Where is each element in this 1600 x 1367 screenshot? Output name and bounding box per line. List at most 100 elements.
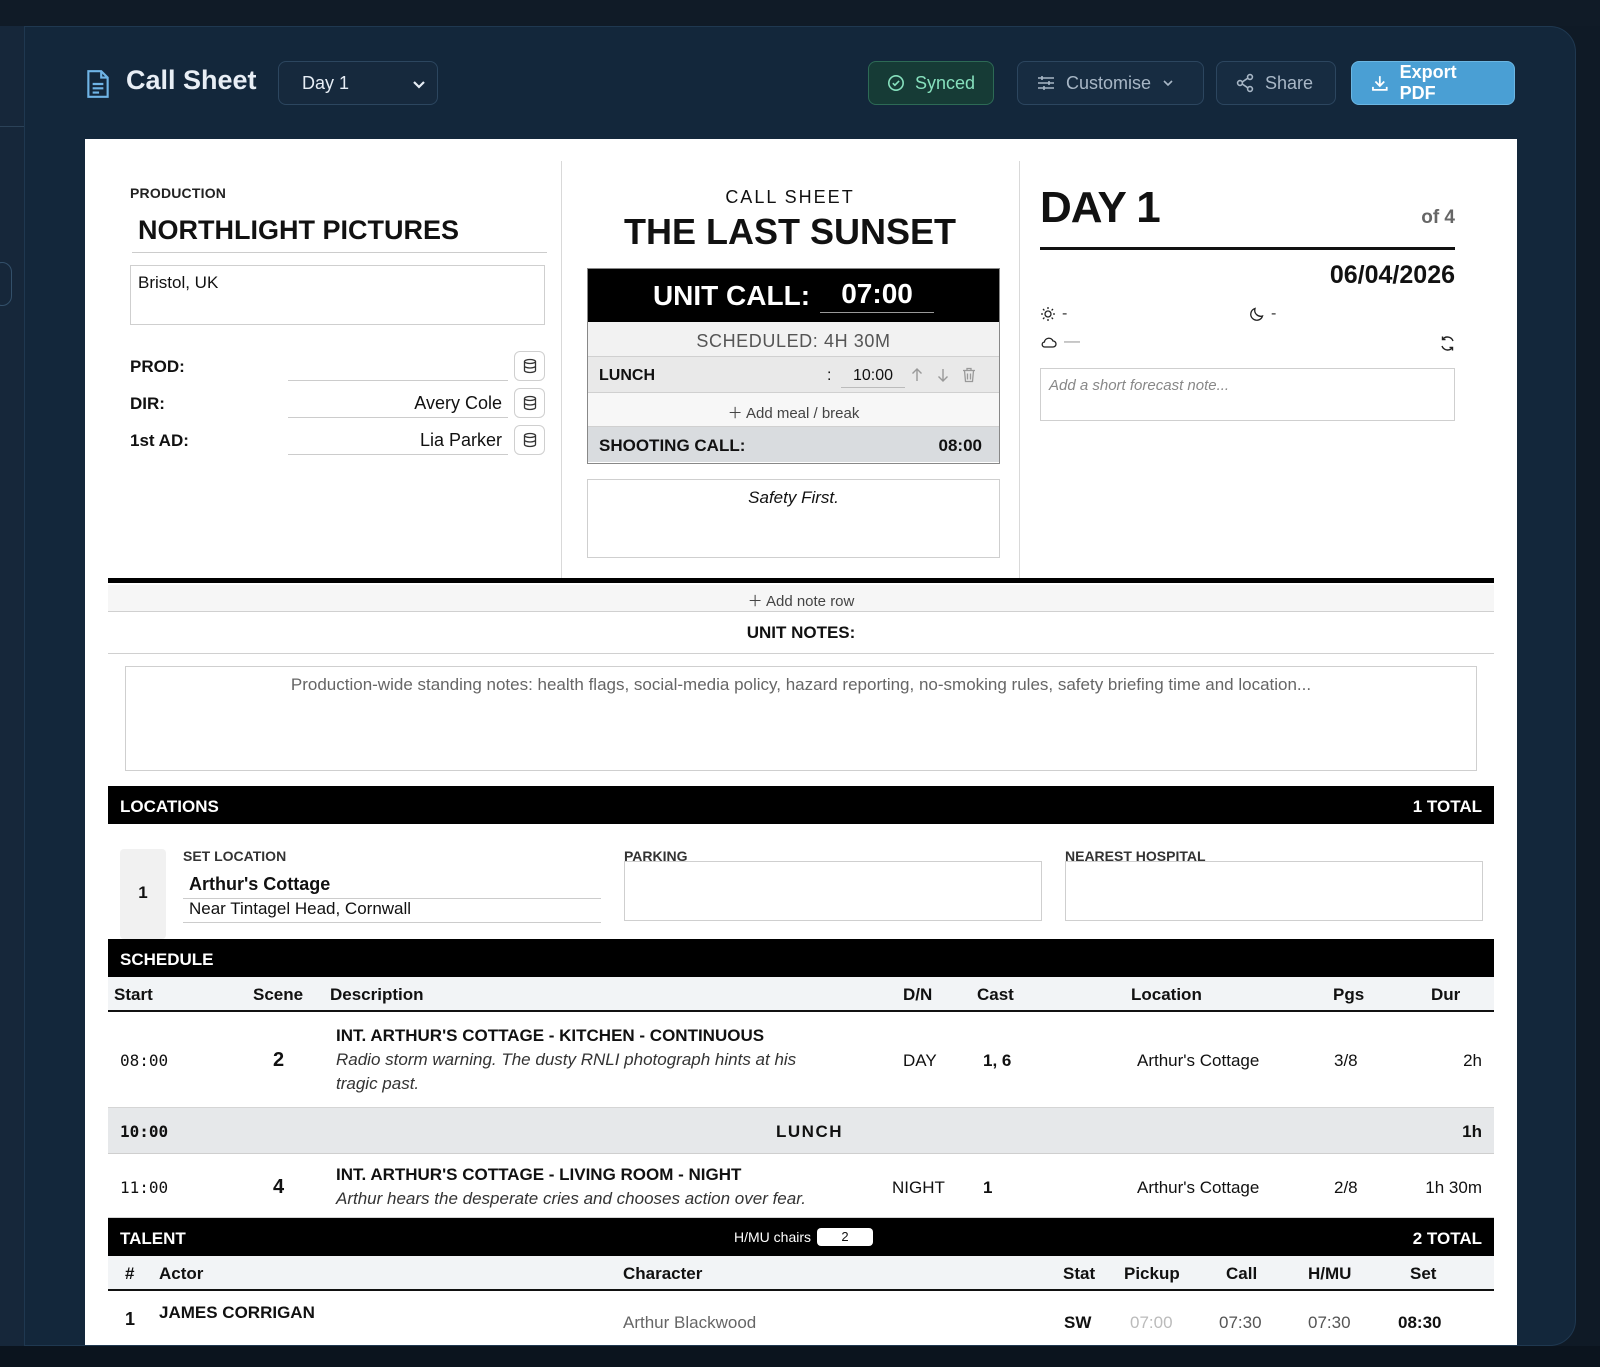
bottom-strip: [0, 1346, 1600, 1367]
schedule-break-row[interactable]: 10:00 LUNCH 1h: [108, 1108, 1494, 1154]
talent-column-headers: # Actor Character Stat Pickup Call H/MU …: [108, 1256, 1494, 1291]
col-scene: Scene: [253, 985, 304, 1004]
production-address-field[interactable]: Bristol, UK: [130, 265, 545, 325]
production-label: PRODUCTION: [130, 185, 227, 201]
col-pages: Pgs: [1333, 985, 1365, 1004]
meal-time-field[interactable]: 10:00: [841, 364, 905, 388]
weather-value: —: [1064, 333, 1080, 350]
col-day-night: D/N: [903, 985, 933, 1004]
arrow-down-icon[interactable]: [936, 367, 950, 383]
row-heading: INT. ARTHUR'S COTTAGE - KITCHEN - CONTIN…: [336, 1026, 765, 1045]
break-label: LUNCH: [776, 1122, 843, 1141]
sunset-value: -: [1271, 305, 1277, 322]
talent-call: 07:30: [1219, 1313, 1262, 1332]
col-character: Character: [623, 1264, 703, 1283]
database-button[interactable]: [514, 351, 545, 381]
unit-call-label: UNIT CALL:: [652, 279, 811, 311]
location-number: 1: [120, 849, 166, 939]
production-company-field[interactable]: NORTHLIGHT PICTURES: [132, 215, 547, 253]
customise-button[interactable]: Customise: [1017, 61, 1204, 105]
location-name-field[interactable]: Arthur's Cottage: [183, 872, 601, 899]
shoot-date[interactable]: 06/04/2026: [1235, 261, 1455, 290]
col-set: Set: [1410, 1264, 1437, 1283]
schedule-row[interactable]: 08:00 2 INT. ARTHUR'S COTTAGE - KITCHEN …: [108, 1014, 1494, 1108]
unit-call-box: UNIT CALL: 07:00 SCHEDULED: 4H 30M LUNCH…: [587, 268, 1000, 464]
schedule-column-headers: Start Scene Description D/N Cast Locatio…: [108, 977, 1494, 1012]
call-sheet-document: PRODUCTION NORTHLIGHT PICTURES Bristol, …: [85, 139, 1517, 1345]
nearest-hospital-field[interactable]: [1065, 861, 1483, 921]
col-status: Stat: [1063, 1264, 1096, 1283]
toolbar: Call Sheet Day 1 Synced Customise Share …: [25, 27, 1575, 137]
sunrise-value: -: [1062, 305, 1068, 322]
export-pdf-button[interactable]: Export PDF: [1351, 61, 1515, 105]
talent-total: 2 TOTAL: [1412, 1229, 1482, 1248]
row-description: Radio storm warning. The dusty RNLI phot…: [336, 1050, 797, 1069]
call-sheet-label: CALL SHEET: [725, 187, 855, 207]
top-strip: [0, 0, 1600, 26]
document-icon: [87, 70, 109, 98]
meal-name[interactable]: LUNCH: [599, 367, 655, 385]
unit-notes-label: UNIT NOTES:: [108, 612, 1494, 654]
day-select-value: Day 1: [302, 73, 350, 93]
crew-value-field[interactable]: Lia Parker: [288, 425, 508, 455]
database-button[interactable]: [514, 425, 545, 455]
meal-colon: :: [827, 367, 832, 384]
plus-icon: ＋: [747, 593, 766, 610]
crew-row-dir: DIR: Avery Cole: [130, 388, 545, 420]
row-cast: 1: [983, 1178, 993, 1197]
shooting-call-time[interactable]: 08:00: [939, 436, 982, 456]
database-icon: [523, 432, 536, 448]
database-button[interactable]: [514, 388, 545, 418]
crew-label: DIR:: [130, 394, 165, 413]
talent-pickup: 07:00: [1130, 1313, 1173, 1332]
trash-icon[interactable]: [962, 367, 976, 383]
location-address-field[interactable]: Near Tintagel Head, Cornwall: [183, 897, 601, 923]
set-location-label: SET LOCATION: [183, 848, 287, 864]
row-location: Arthur's Cottage: [1137, 1051, 1260, 1070]
app-title: Call Sheet: [126, 65, 257, 95]
locations-total: 1 TOTAL: [1412, 797, 1482, 816]
column-divider: [1019, 161, 1020, 579]
refresh-icon[interactable]: [1439, 335, 1456, 352]
add-meal-label: Add meal / break: [745, 405, 860, 422]
crew-value-field[interactable]: Avery Cole: [288, 388, 508, 418]
unit-call-header: UNIT CALL: 07:00: [588, 269, 999, 322]
col-description: Description: [330, 985, 424, 1004]
parking-field[interactable]: [624, 861, 1042, 921]
col-start: Start: [114, 985, 153, 1004]
talent-status: SW: [1064, 1313, 1092, 1332]
col-location: Location: [1131, 985, 1202, 1004]
crew-row-prod: PROD:: [130, 351, 545, 383]
unit-notes-field[interactable]: Production-wide standing notes: health f…: [125, 666, 1477, 771]
scheduled-duration: SCHEDULED: 4H 30M: [588, 322, 999, 357]
schedule-row[interactable]: 11:00 4 INT. ARTHUR'S COTTAGE - LIVING R…: [108, 1154, 1494, 1218]
production-title[interactable]: THE LAST SUNSET: [561, 211, 1019, 253]
row-day-night: NIGHT: [892, 1178, 945, 1197]
talent-title: TALENT: [120, 1229, 186, 1248]
chevron-down-icon: [413, 81, 425, 89]
col-duration: Dur: [1431, 985, 1461, 1004]
talent-set: 08:30: [1398, 1313, 1442, 1332]
unit-call-time-field[interactable]: 07:00: [820, 278, 935, 313]
hmu-chairs-label: H/MU chairs: [734, 1229, 812, 1245]
sidebar-toggle[interactable]: [0, 262, 12, 306]
day-select[interactable]: Day 1: [278, 61, 438, 105]
add-meal-button[interactable]: ＋ Add meal / break: [588, 393, 999, 427]
break-start: 10:00: [120, 1122, 169, 1141]
check-circle-icon: [887, 75, 904, 91]
crew-value-field[interactable]: [288, 351, 508, 381]
row-duration: 1h 30m: [1425, 1178, 1482, 1197]
download-icon: [1372, 76, 1388, 91]
weather-info: —: [1040, 333, 1080, 351]
day-of-total: of 4: [1421, 207, 1455, 228]
arrow-up-icon[interactable]: [910, 367, 924, 383]
talent-row[interactable]: 1 JAMES CORRIGAN Arthur Blackwood SW 07:…: [108, 1293, 1494, 1345]
sun-icon: [1041, 307, 1055, 321]
add-note-row-button[interactable]: ＋ Add note row: [108, 585, 1494, 612]
forecast-input[interactable]: Add a short forecast note...: [1040, 368, 1455, 421]
add-note-label: Add note row: [765, 593, 855, 610]
safety-note-field[interactable]: Safety First.: [587, 479, 1000, 558]
hmu-chairs-input[interactable]: 2: [817, 1228, 874, 1246]
share-button[interactable]: Share: [1216, 61, 1336, 105]
synced-status-button[interactable]: Synced: [868, 61, 994, 105]
